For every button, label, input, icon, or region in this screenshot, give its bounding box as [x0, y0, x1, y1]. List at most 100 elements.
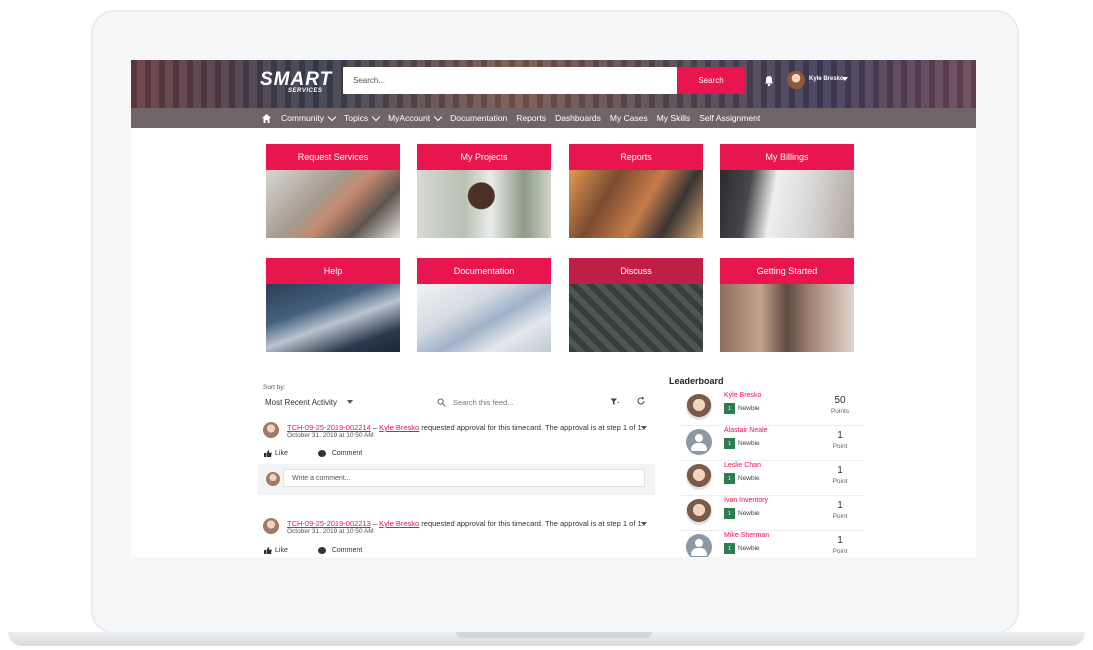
post-menu-chevron-down-icon[interactable]	[641, 522, 647, 526]
record-link[interactable]: TCH-09-25-2019-002213	[287, 519, 371, 528]
user-avatar[interactable]	[787, 71, 805, 89]
smart-services-logo[interactable]: SMART SERVICES	[260, 69, 333, 94]
level-name: Newbie	[738, 510, 760, 517]
tile-image	[266, 284, 400, 352]
comment-composer	[258, 464, 655, 495]
tile-image	[417, 284, 551, 352]
user-menu-chevron-down-icon[interactable]	[842, 77, 848, 81]
author-link[interactable]: Kyle Bresko	[379, 519, 419, 528]
chevron-down-icon	[433, 112, 443, 121]
like-icon[interactable]	[264, 450, 272, 457]
tile-reports[interactable]: Reports	[569, 144, 703, 238]
nav-item-documentation[interactable]: Documentation	[450, 113, 507, 123]
feed-search[interactable]	[437, 393, 597, 411]
header-banner: SMART SERVICES Search Kyle Bresko	[131, 60, 976, 108]
level-badge: 1	[724, 438, 735, 449]
tile-label: Getting Started	[720, 258, 854, 284]
tile-label: Request Services	[266, 144, 400, 170]
refresh-icon[interactable]	[636, 396, 646, 406]
leaderboard-row: Leslie Chan 1 Newbie 1 Point	[679, 460, 865, 496]
comment-button[interactable]: Comment	[332, 450, 362, 457]
level-name: Newbie	[738, 475, 760, 482]
leader-avatar[interactable]	[686, 394, 712, 420]
tile-my-projects[interactable]: My Projects	[417, 144, 551, 238]
comment-input[interactable]	[283, 469, 645, 487]
nav-label: Topics	[343, 113, 369, 123]
home-icon[interactable]	[261, 113, 272, 124]
points-value: 50	[834, 395, 846, 406]
user-name[interactable]: Kyle Bresko	[809, 76, 844, 82]
laptop-notch	[456, 632, 652, 638]
comment-icon[interactable]	[317, 450, 326, 457]
leaderboard-row: Kyle Bresko 1 Newbie 50 Points	[679, 390, 865, 426]
like-button[interactable]: Like	[275, 450, 288, 457]
leader-avatar[interactable]	[686, 499, 712, 525]
nav-item-dashboards[interactable]: Dashboards	[555, 113, 601, 123]
filter-icon[interactable]	[610, 397, 620, 407]
post-menu-chevron-down-icon[interactable]	[641, 426, 647, 430]
comment-button[interactable]: Comment	[332, 547, 362, 554]
level-name: Newbie	[738, 440, 760, 447]
post-author-avatar[interactable]	[263, 518, 279, 534]
tile-my-billings[interactable]: My Billings	[720, 144, 854, 238]
nav-item-topics[interactable]: Topics	[343, 112, 381, 123]
notification-bell-icon[interactable]	[763, 75, 775, 87]
search-button[interactable]: Search	[677, 67, 745, 94]
record-link[interactable]: TCH-09-25-2019-002214	[287, 423, 371, 432]
like-icon[interactable]	[264, 547, 272, 554]
level-name: Newbie	[738, 405, 760, 412]
post-text: requested approval for this timecard. Th…	[419, 519, 644, 528]
leaderboard-row: Alastair Neale 1 Newbie 1 Point	[679, 425, 865, 461]
post-actions: Like Comment	[264, 450, 362, 457]
level-badge: 1	[724, 543, 735, 554]
sort-value: Most Recent Activity	[265, 397, 338, 407]
points-label: Point	[832, 478, 848, 485]
like-button[interactable]: Like	[275, 547, 288, 554]
leader-name[interactable]: Mike Sherman	[724, 532, 769, 539]
comment-icon[interactable]	[317, 547, 326, 554]
leaderboard-row: Mike Sherman 1 Newbie 1 Point	[679, 530, 865, 557]
leader-name[interactable]: Kyle Bresko	[724, 392, 761, 399]
tile-discuss[interactable]: Discuss	[569, 258, 703, 352]
logo-main-text: SMART	[260, 69, 333, 90]
tile-request-services[interactable]: Request Services	[266, 144, 400, 238]
leader-avatar[interactable]	[686, 429, 712, 455]
sort-by-label: Sort by:	[263, 384, 286, 391]
nav-item-my-skills[interactable]: My Skills	[657, 113, 691, 123]
points-label: Point	[832, 548, 848, 555]
post-text: requested approval for this timecard. Th…	[419, 423, 644, 432]
leader-avatar[interactable]	[686, 464, 712, 490]
global-search-input[interactable]	[343, 67, 677, 94]
leader-name[interactable]: Ivan Inventory	[724, 497, 768, 504]
level-badge: 1	[724, 508, 735, 519]
chevron-down-icon	[347, 400, 354, 404]
nav-item-community[interactable]: Community	[281, 112, 337, 123]
sort-select[interactable]: Most Recent Activity	[265, 394, 365, 410]
separator: –	[370, 423, 380, 432]
tile-image	[720, 284, 854, 352]
leader-avatar[interactable]	[686, 534, 712, 557]
tile-documentation[interactable]: Documentation	[417, 258, 551, 352]
post-date[interactable]: October 31, 2019 at 10:50 AM	[287, 528, 374, 535]
author-link[interactable]: Kyle Bresko	[379, 423, 419, 432]
leaderboard-row: Ivan Inventory 1 Newbie 1 Point	[679, 495, 865, 531]
leaderboard-title: Leaderboard	[669, 376, 724, 386]
leader-name[interactable]: Alastair Neale	[724, 427, 768, 434]
points-value: 1	[837, 430, 843, 441]
separator: –	[370, 519, 380, 528]
level-badge: 1	[724, 403, 735, 414]
feed-search-input[interactable]	[451, 396, 575, 408]
nav-item-reports[interactable]: Reports	[516, 113, 546, 123]
nav-item-myaccount[interactable]: MyAccount	[388, 112, 443, 123]
tile-help[interactable]: Help	[266, 258, 400, 352]
tile-image	[569, 284, 703, 352]
tile-getting-started[interactable]: Getting Started	[720, 258, 854, 352]
search-icon	[437, 398, 446, 407]
post-date[interactable]: October 31, 2019 at 10:50 AM	[287, 432, 374, 439]
nav-label: Community	[281, 113, 324, 123]
nav-item-my-cases[interactable]: My Cases	[610, 113, 648, 123]
post-author-avatar[interactable]	[263, 422, 279, 438]
points-value: 1	[837, 465, 843, 476]
leader-name[interactable]: Leslie Chan	[724, 462, 761, 469]
nav-item-self-assignment[interactable]: Self Assignment	[699, 113, 760, 123]
